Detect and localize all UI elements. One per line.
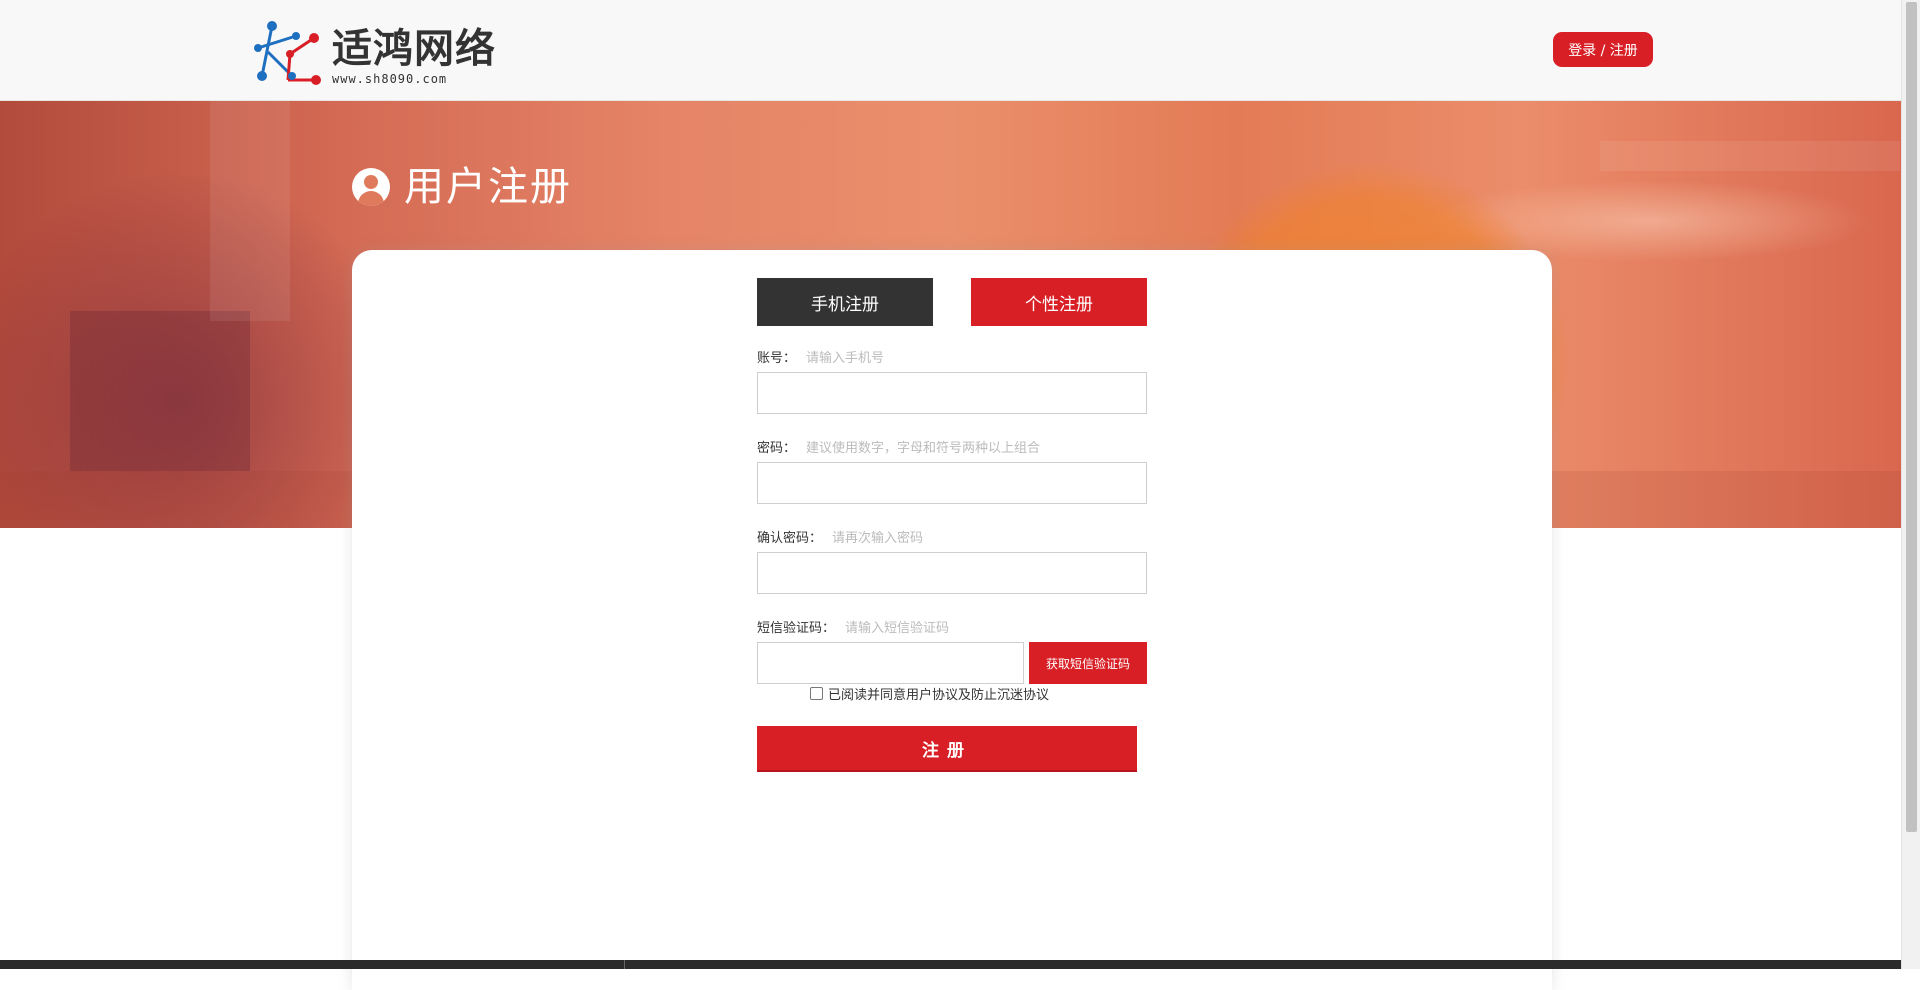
password-hint: 建议使用数字，字母和符号两种以上组合 [806,440,1041,456]
confirm-password-hint: 请再次输入密码 [832,530,924,546]
agreement-row: 已阅读并同意用户协议及防止沉迷协议 [810,684,1049,703]
page-scrollbar[interactable] [1901,0,1920,969]
tab-custom-register[interactable]: 个性注册 [971,278,1147,326]
site-header: 适鸿网络 www.sh8090.com 登录 / 注册 [0,0,1901,101]
user-circle-icon [352,168,390,206]
password-input[interactable] [757,462,1147,504]
register-card: 手机注册 个性注册 账号： 请输入手机号 密码： 建议使用数字，字母和符号两种以… [352,250,1552,990]
register-form: 账号： 请输入手机号 密码： 建议使用数字，字母和符号两种以上组合 确认密码： … [757,346,1157,772]
get-sms-code-button[interactable]: 获取短信验证码 [1029,642,1147,684]
register-submit-button[interactable]: 注册 [757,726,1137,772]
tab-phone-register[interactable]: 手机注册 [757,278,933,326]
page-title: 用户注册 [404,164,572,210]
account-hint: 请输入手机号 [806,350,885,366]
sms-code-hint: 请输入短信验证码 [845,620,950,636]
sms-code-label: 短信验证码： [757,620,836,636]
sms-code-field: 短信验证码： 请输入短信验证码 获取短信验证码 [757,616,1157,684]
agreement-label[interactable]: 已阅读并同意用户协议及防止沉迷协议 [828,684,1049,703]
confirm-password-input[interactable] [757,552,1147,594]
banner-decoration [70,311,250,471]
account-field: 账号： 请输入手机号 [757,346,1157,414]
bottom-bar-divider [624,960,625,969]
banner-decoration [210,101,290,321]
account-input[interactable] [757,372,1147,414]
sms-code-input[interactable] [757,642,1024,684]
agreement-checkbox[interactable] [810,687,823,700]
confirm-password-field: 确认密码： 请再次输入密码 [757,526,1157,594]
network-logo-icon [252,18,328,90]
logo-title: 适鸿网络 [332,26,496,72]
confirm-password-label: 确认密码： [757,530,823,546]
bottom-bar [0,960,1901,969]
site-logo[interactable]: 适鸿网络 www.sh8090.com [252,18,502,90]
scrollbar-thumb[interactable] [1906,2,1917,832]
account-label: 账号： [757,350,797,366]
login-register-button[interactable]: 登录 / 注册 [1553,32,1653,67]
password-label: 密码： [757,440,797,456]
banner-decoration [1600,141,1900,171]
logo-url: www.sh8090.com [332,72,448,86]
register-tabs: 手机注册 个性注册 [757,278,1147,326]
password-field: 密码： 建议使用数字，字母和符号两种以上组合 [757,436,1157,504]
page-heading: 用户注册 [352,163,572,211]
